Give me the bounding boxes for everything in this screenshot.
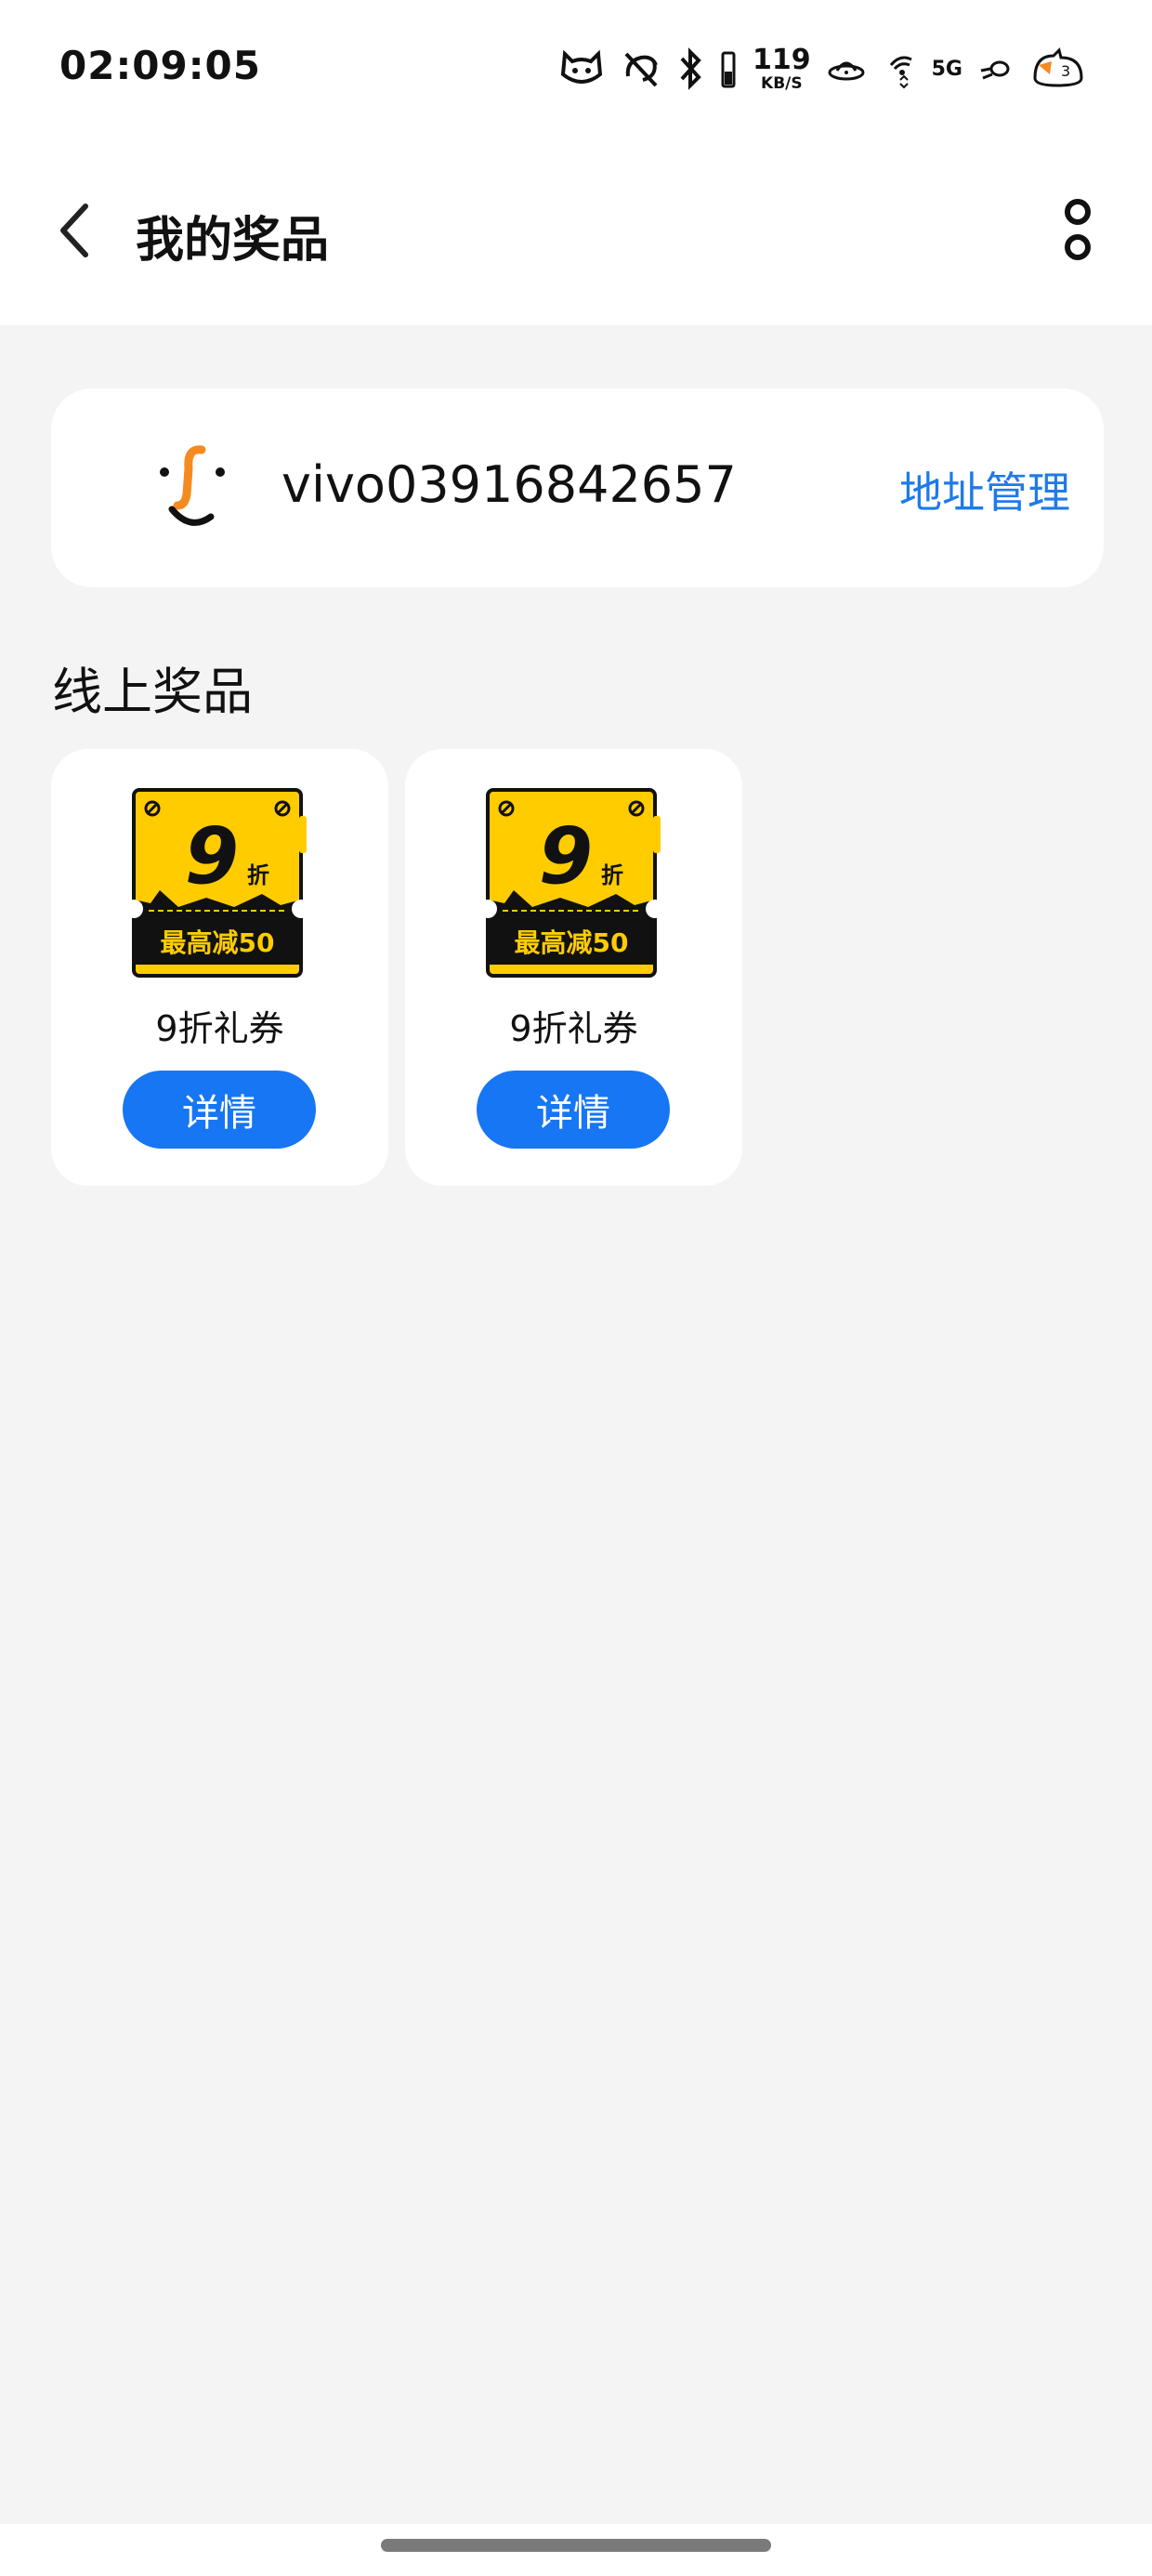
coupon-subtitle: 最高减50 [161,927,275,958]
no-sync-icon [621,45,661,93]
home-indicator[interactable] [381,2539,771,2552]
more-button[interactable] [1041,188,1115,277]
prize-card[interactable]: 9 折 最高减50 9折礼券 详情 [405,749,742,1186]
prize-name: 9折礼券 [155,1008,284,1049]
svg-text:3: 3 [1061,62,1070,80]
page-title: 我的奖品 [136,213,330,269]
detail-button[interactable]: 详情 [123,1071,316,1149]
network-type: 5G [931,57,962,81]
rocket-icon [979,45,1013,93]
coupon-digit: 9 [539,810,593,901]
coupon-image: 9 折 最高减50 [124,788,310,979]
prize-card[interactable]: 9 折 最高减50 9折礼券 详情 [51,749,388,1186]
satellite-icon [828,45,871,93]
user-card: vivo03916842657 地址管理 [51,388,1104,587]
coupon-subtitle: 最高减50 [515,927,629,958]
net-speed: 119 KB/S [753,45,811,93]
chevron-left-icon [56,203,93,262]
section-title: 线上奖品 [52,663,253,721]
status-icons: 119 KB/S 5G 3 [559,43,1087,95]
net-speed-unit: KB/S [761,73,803,93]
address-management-link[interactable]: 地址管理 [899,459,1070,520]
coupon-image: 9 折 最高减50 [478,788,664,979]
avatar[interactable] [144,444,237,537]
navigation-bar [0,2524,1152,2576]
battery-low-icon [721,45,736,93]
wifi-icon [887,45,915,93]
smile-logo-icon [160,445,225,526]
detail-button[interactable]: 详情 [477,1071,670,1149]
username: vivo03916842657 [281,455,737,514]
coupon-unit: 折 [247,862,269,888]
bluetooth-icon [678,45,704,93]
status-time: 02:09:05 [59,43,261,88]
more-vertical-icon [1061,197,1094,268]
cat-face-icon [559,45,604,93]
title-bar: 我的奖品 [0,139,1152,325]
cat-sleep-icon: 3 [1029,45,1087,93]
coupon-unit: 折 [601,862,623,888]
coupon-digit: 9 [185,810,239,901]
status-bar: 02:09:05 119 KB/S 5G 3 [0,0,1152,139]
back-button[interactable] [37,195,111,269]
prize-name: 9折礼券 [509,1008,638,1049]
net-speed-value: 119 [753,43,811,76]
